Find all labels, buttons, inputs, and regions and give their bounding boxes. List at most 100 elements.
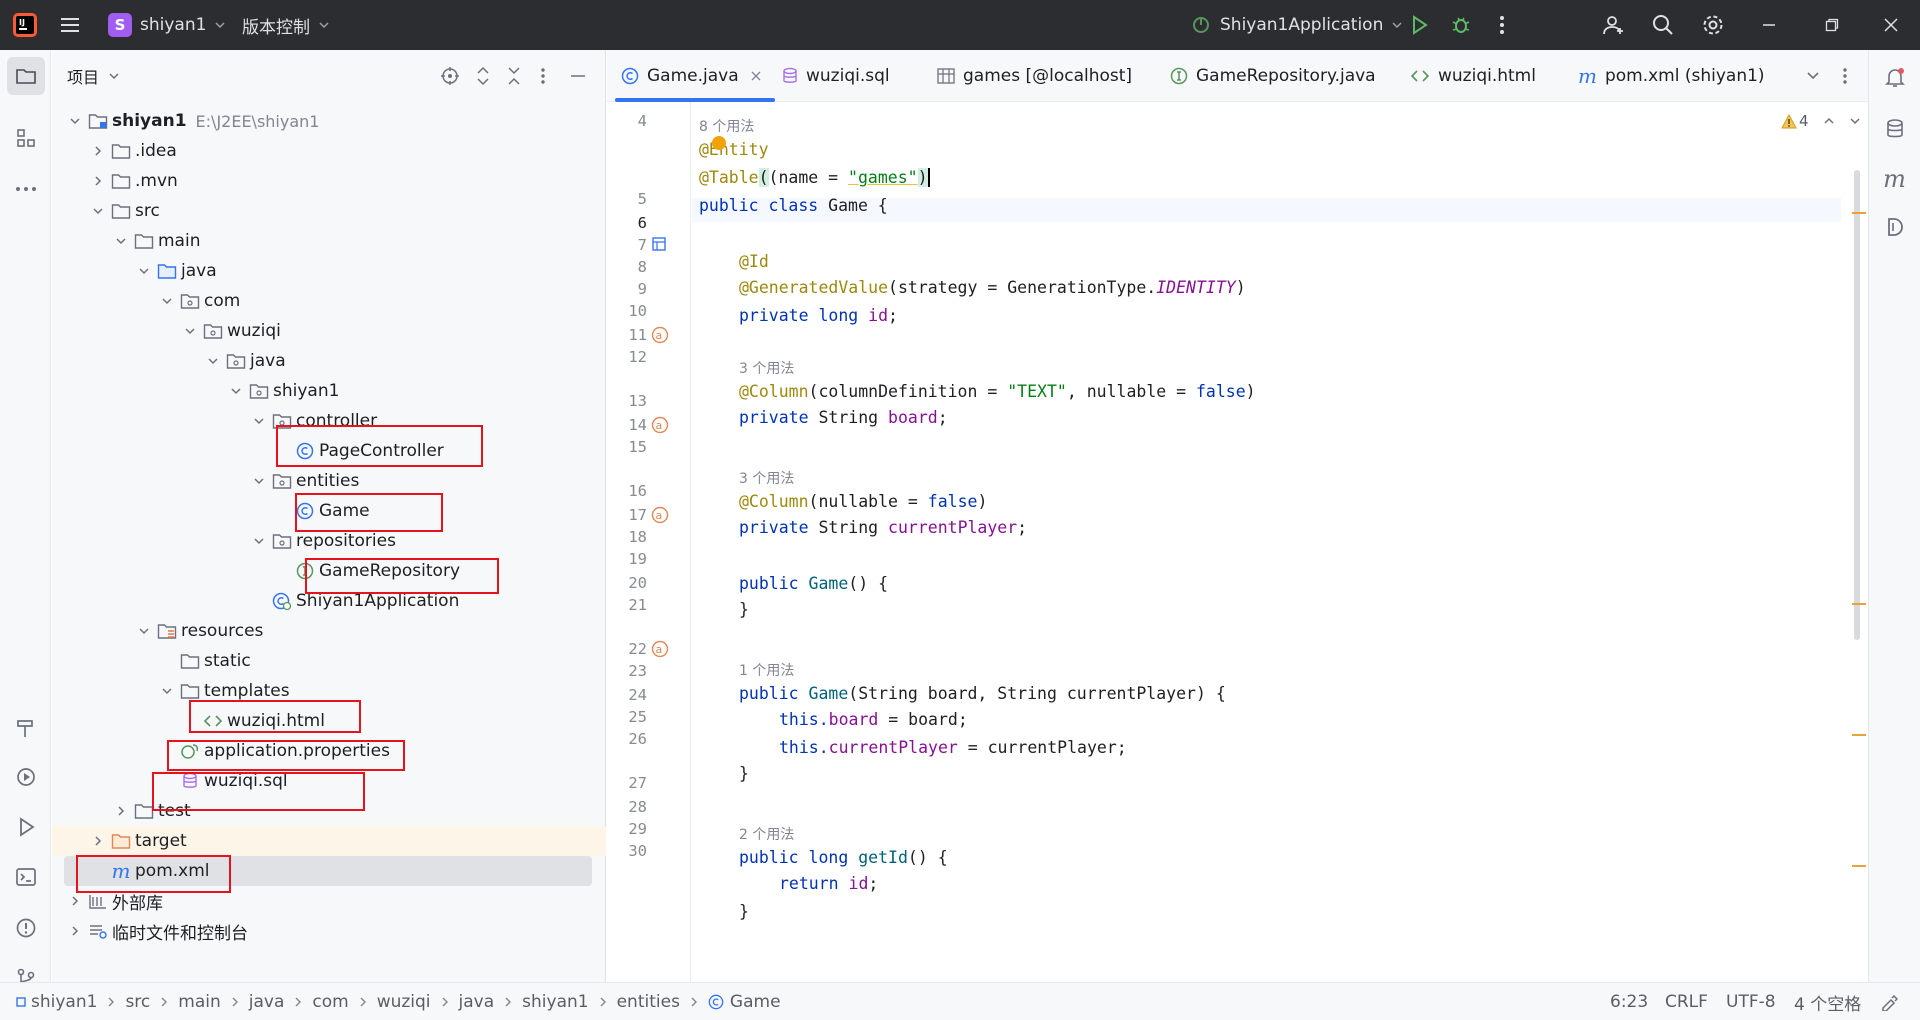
- tree-item-com[interactable]: com: [52, 286, 606, 316]
- line-number[interactable]: 19: [607, 550, 647, 568]
- breadcrumb-item[interactable]: wuziqi: [377, 992, 431, 1012]
- breadcrumb-item[interactable]: java: [249, 992, 285, 1012]
- line-number[interactable]: 26: [607, 730, 647, 748]
- settings-button[interactable]: [1701, 0, 1725, 50]
- tree-item-java[interactable]: java: [52, 256, 606, 286]
- expand-toggle[interactable]: [66, 892, 84, 910]
- line-number[interactable]: 15: [607, 438, 647, 456]
- more-tools-button[interactable]: [0, 167, 51, 211]
- notifications-button[interactable]: [1869, 55, 1920, 99]
- breadcrumb-item[interactable]: com: [312, 992, 348, 1012]
- tree-item-controller[interactable]: controller: [52, 406, 606, 436]
- search-button[interactable]: [1651, 0, 1675, 50]
- tree-item-main[interactable]: main: [52, 226, 606, 256]
- editor-scrollbar[interactable]: [1854, 170, 1860, 640]
- structure-tool-button[interactable]: [0, 116, 51, 160]
- line-number[interactable]: 17: [607, 506, 647, 524]
- line-number[interactable]: 14: [607, 416, 647, 434]
- collapse-toggle[interactable]: [158, 292, 176, 310]
- minimize-button[interactable]: [1762, 0, 1776, 50]
- usage-hint[interactable]: 3 个用法: [739, 358, 794, 378]
- readonly-toggle[interactable]: [1880, 993, 1898, 1011]
- constructor-gutter-icon[interactable]: a: [651, 640, 669, 658]
- breadcrumb-item[interactable]: shiyan1: [31, 992, 97, 1012]
- tree-item-gamerepository[interactable]: GameRepository: [52, 556, 606, 586]
- collapse-toggle[interactable]: [227, 382, 245, 400]
- line-number[interactable]: 9: [607, 280, 647, 298]
- collapse-toggle[interactable]: [89, 202, 107, 220]
- tree-item-wuziqi-html[interactable]: wuziqi.html: [52, 706, 606, 736]
- line-number[interactable]: 11: [607, 326, 647, 344]
- panel-options-button[interactable]: [538, 66, 548, 86]
- main-menu-icon[interactable]: [58, 0, 82, 50]
- collapse-toggle[interactable]: [204, 352, 222, 370]
- cursor-position[interactable]: 6:23: [1610, 983, 1648, 1020]
- line-number[interactable]: 8: [607, 258, 647, 276]
- diagrams-tool-button[interactable]: [1869, 205, 1920, 249]
- expand-toggle[interactable]: [66, 922, 84, 940]
- build-tool-button[interactable]: [0, 706, 51, 750]
- line-number[interactable]: 10: [607, 302, 647, 320]
- tab-wuziqi-sql[interactable]: wuziqi.sql: [782, 50, 890, 102]
- collapse-toggle[interactable]: [112, 232, 130, 250]
- error-stripe-mark[interactable]: [1852, 734, 1866, 736]
- error-stripe-mark[interactable]: [1852, 865, 1866, 867]
- line-number[interactable]: 25: [607, 708, 647, 726]
- tree-item-shiyan1[interactable]: shiyan1: [52, 376, 606, 406]
- expand-toggle[interactable]: [89, 172, 107, 190]
- tab-pom-xml[interactable]: m pom.xml (shiyan1): [1578, 50, 1765, 102]
- close-tab-icon[interactable]: [751, 71, 761, 81]
- tree-item-[interactable]: 外部库: [52, 886, 606, 916]
- tab-wuziqi-html[interactable]: wuziqi.html: [1410, 50, 1536, 102]
- vcs-menu[interactable]: 版本控制: [242, 0, 330, 50]
- tabs-more-button[interactable]: [1840, 66, 1850, 86]
- database-tool-button[interactable]: [1869, 107, 1920, 151]
- tree-item-shiyan1[interactable]: shiyan1 E:\J2EE\shiyan1: [52, 106, 606, 136]
- tab-game-java[interactable]: Game.java: [621, 50, 761, 102]
- line-number[interactable]: 6: [607, 214, 647, 232]
- code-view[interactable]: 8 个用法 @Entity @Table((name = "games") pu…: [693, 102, 1833, 982]
- more-actions-button[interactable]: [1496, 0, 1508, 50]
- breadcrumb-item[interactable]: java: [459, 992, 495, 1012]
- code-with-me-button[interactable]: [1602, 0, 1626, 50]
- close-window-button[interactable]: [1884, 0, 1898, 50]
- app-logo-icon[interactable]: IJ: [12, 0, 38, 50]
- id-gutter-icon[interactable]: a: [651, 326, 669, 344]
- tree-item-templates[interactable]: templates: [52, 676, 606, 706]
- collapse-toggle[interactable]: [135, 262, 153, 280]
- intention-bulb-icon[interactable]: [712, 136, 726, 150]
- tree-item-[interactable]: 临时文件和控制台: [52, 916, 606, 946]
- tree-item-java[interactable]: java: [52, 346, 606, 376]
- expand-toggle[interactable]: [89, 832, 107, 850]
- tree-item-target[interactable]: target: [52, 826, 606, 856]
- indent-selector[interactable]: 4 个空格: [1794, 983, 1861, 1020]
- line-number[interactable]: 4: [607, 112, 647, 130]
- terminal-tool-button[interactable]: [0, 855, 51, 899]
- line-number[interactable]: 18: [607, 528, 647, 546]
- collapse-toggle[interactable]: [250, 412, 268, 430]
- tree-item-wuziqi[interactable]: wuziqi: [52, 316, 606, 346]
- error-stripe-mark[interactable]: [1852, 603, 1866, 605]
- tree-item-static[interactable]: static: [52, 646, 606, 676]
- line-number[interactable]: 5: [607, 190, 647, 208]
- project-switcher[interactable]: S shiyan1: [108, 0, 226, 50]
- breadcrumb-item[interactable]: src: [125, 992, 150, 1012]
- line-number[interactable]: 20: [607, 574, 647, 592]
- usage-hint[interactable]: 1 个用法: [739, 660, 794, 680]
- hide-panel-button[interactable]: [569, 66, 587, 86]
- line-number[interactable]: 21: [607, 596, 647, 614]
- tree-item-src[interactable]: src: [52, 196, 606, 226]
- expand-toggle[interactable]: [112, 802, 130, 820]
- tree-item-game[interactable]: Game: [52, 496, 606, 526]
- breadcrumb-item[interactable]: shiyan1: [522, 992, 588, 1012]
- line-number[interactable]: 24: [607, 686, 647, 704]
- locate-file-button[interactable]: [440, 66, 460, 86]
- usage-hint[interactable]: 2 个用法: [739, 824, 794, 844]
- encoding-selector[interactable]: UTF-8: [1726, 983, 1776, 1020]
- collapse-toggle[interactable]: [135, 622, 153, 640]
- run-config-selector[interactable]: Shiyan1Application: [1190, 0, 1403, 50]
- tree-item-wuziqi-sql[interactable]: wuziqi.sql: [52, 766, 606, 796]
- chevron-down-icon[interactable]: [1849, 115, 1861, 127]
- tree-item-pom-xml[interactable]: m pom.xml: [64, 856, 592, 886]
- line-number[interactable]: 13: [607, 392, 647, 410]
